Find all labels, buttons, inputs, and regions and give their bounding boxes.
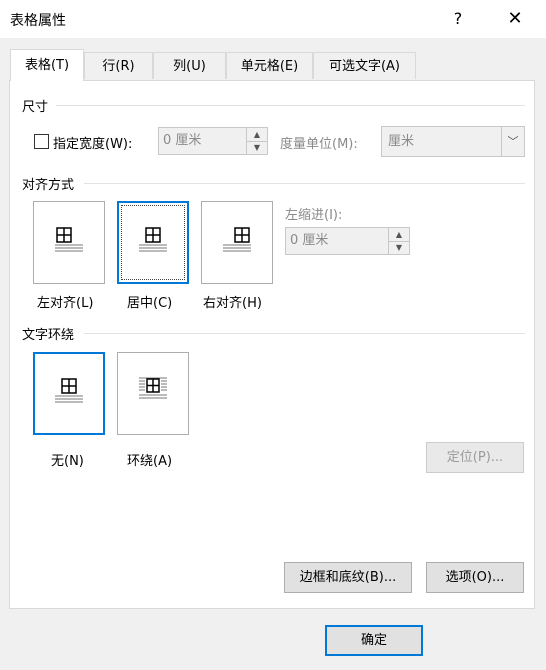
indent-from-left-value: 0 厘米 bbox=[290, 233, 329, 248]
wrap-none-icon bbox=[55, 378, 83, 403]
options-button[interactable]: 选项(O)... bbox=[426, 562, 524, 593]
cancel-button-partial bbox=[438, 625, 536, 656]
tab-row[interactable]: 行(R) bbox=[84, 52, 153, 79]
chevron-down-icon[interactable]: ﹀ bbox=[501, 127, 524, 156]
preferred-width-value: 0 厘米 bbox=[163, 133, 202, 148]
wrap-around-label: 环绕(A) bbox=[127, 454, 173, 469]
align-center-icon bbox=[139, 227, 167, 252]
wrap-around-icon bbox=[139, 377, 167, 399]
align-left-icon bbox=[55, 227, 83, 252]
spin-down-icon[interactable]: ▼ bbox=[388, 241, 409, 254]
tab-table[interactable]: 表格(T) bbox=[10, 49, 84, 81]
measure-in-select[interactable]: 厘米 ﹀ bbox=[381, 126, 525, 157]
tab-panel bbox=[9, 80, 535, 609]
positioning-button[interactable]: 定位(P)... bbox=[426, 442, 524, 473]
title-bar: 表格属性 ? ✕ bbox=[0, 0, 546, 38]
wrap-around-option[interactable] bbox=[117, 352, 189, 435]
tab-column[interactable]: 列(U) bbox=[153, 52, 226, 79]
align-left-option[interactable] bbox=[33, 201, 105, 284]
tab-cell[interactable]: 单元格(E) bbox=[226, 52, 313, 79]
align-right-label: 右对齐(H) bbox=[203, 296, 262, 311]
indent-from-left-label: 左缩进(I): bbox=[285, 208, 343, 223]
align-center-label: 居中(C) bbox=[127, 296, 173, 311]
alignment-divider bbox=[84, 183, 525, 184]
preferred-width-checkbox[interactable] bbox=[34, 134, 49, 149]
help-icon[interactable]: ? bbox=[444, 6, 472, 32]
align-left-label: 左对齐(L) bbox=[37, 296, 94, 311]
preferred-width-label: 指定宽度(W): bbox=[53, 137, 133, 152]
tab-alt-text[interactable]: 可选文字(A) bbox=[313, 52, 416, 79]
borders-shading-button[interactable]: 边框和底纹(B)... bbox=[284, 562, 412, 593]
ok-button[interactable]: 确定 bbox=[325, 625, 423, 656]
size-section-label: 尺寸 bbox=[22, 100, 49, 115]
wrap-none-option[interactable] bbox=[33, 352, 105, 435]
indent-from-left-stepper[interactable]: 0 厘米 ▲ ▼ bbox=[285, 227, 410, 255]
spin-up-icon[interactable]: ▲ bbox=[388, 228, 409, 242]
dialog-title: 表格属性 bbox=[10, 13, 66, 29]
size-divider bbox=[56, 105, 525, 106]
alignment-section-label: 对齐方式 bbox=[22, 178, 75, 193]
align-center-option[interactable] bbox=[117, 201, 189, 284]
measure-in-label: 度量单位(M): bbox=[280, 137, 358, 152]
close-icon[interactable]: ✕ bbox=[500, 6, 530, 32]
text-wrapping-section-label: 文字环绕 bbox=[22, 328, 75, 343]
spin-down-icon[interactable]: ▼ bbox=[246, 141, 267, 154]
wrap-none-label: 无(N) bbox=[51, 454, 84, 469]
align-right-icon bbox=[223, 227, 251, 252]
measure-in-value: 厘米 bbox=[388, 134, 415, 149]
align-right-option[interactable] bbox=[201, 201, 273, 284]
text-wrapping-divider bbox=[84, 333, 525, 334]
preferred-width-stepper[interactable]: 0 厘米 ▲ ▼ bbox=[158, 127, 268, 155]
spin-up-icon[interactable]: ▲ bbox=[246, 128, 267, 142]
